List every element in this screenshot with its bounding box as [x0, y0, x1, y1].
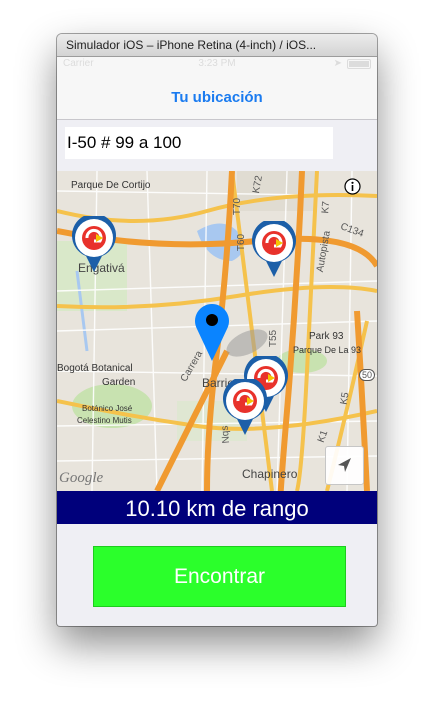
current-location-pin-icon[interactable]: [192, 301, 232, 363]
map-label-botanico-2: Celestino Mutis: [77, 416, 132, 425]
map-view[interactable]: Parque De Cortijo Engativá Bogotá Botani…: [57, 171, 377, 491]
nav-title: Tu ubicación: [171, 89, 263, 106]
locate-me-button[interactable]: [325, 446, 364, 485]
map-label-parque93: Parque De La 93: [293, 345, 362, 355]
ios-status-bar: Carrier 3:23 PM ➤: [57, 57, 377, 71]
location-arrow-icon: ➤: [333, 58, 342, 69]
map-label-t55: T55: [268, 329, 280, 348]
simulator-window: Simulador iOS – iPhone Retina (4-inch) /…: [57, 34, 377, 626]
station-marker-2[interactable]: [250, 221, 298, 279]
info-icon[interactable]: [344, 178, 361, 195]
map-label-botanico-1: Botánico José: [82, 404, 133, 413]
status-icons: ➤: [334, 58, 371, 69]
map-label-park93: Park 93: [309, 331, 344, 342]
find-button[interactable]: Encontrar: [93, 546, 346, 607]
station-marker-1[interactable]: [70, 216, 118, 274]
clock-label: 3:23 PM: [198, 58, 236, 69]
address-field[interactable]: I-50 # 99 a 100: [65, 127, 333, 159]
location-arrow-icon: [338, 458, 351, 472]
map-label-garden: Garden: [102, 377, 136, 388]
map-label-t60: T60: [236, 233, 248, 252]
navigation-bar: Tu ubicación: [57, 71, 377, 120]
map-label-botanical: Bogotá Botanical: [57, 363, 133, 374]
station-marker-4[interactable]: [221, 379, 269, 437]
map-label-k5: K5: [338, 391, 352, 406]
map-label-k7: K7: [320, 200, 333, 215]
battery-icon: [347, 58, 371, 69]
range-label: 10.10 km de rango: [57, 491, 377, 524]
map-label-route-50: 50: [359, 369, 376, 381]
google-logo: Google: [59, 470, 104, 486]
map-label-chapinero: Chapinero: [242, 467, 298, 481]
map-label-t70: T70: [232, 197, 244, 216]
map-label-parque-cortijo: Parque De Cortijo: [71, 180, 151, 191]
window-titlebar: Simulador iOS – iPhone Retina (4-inch) /…: [57, 34, 377, 57]
